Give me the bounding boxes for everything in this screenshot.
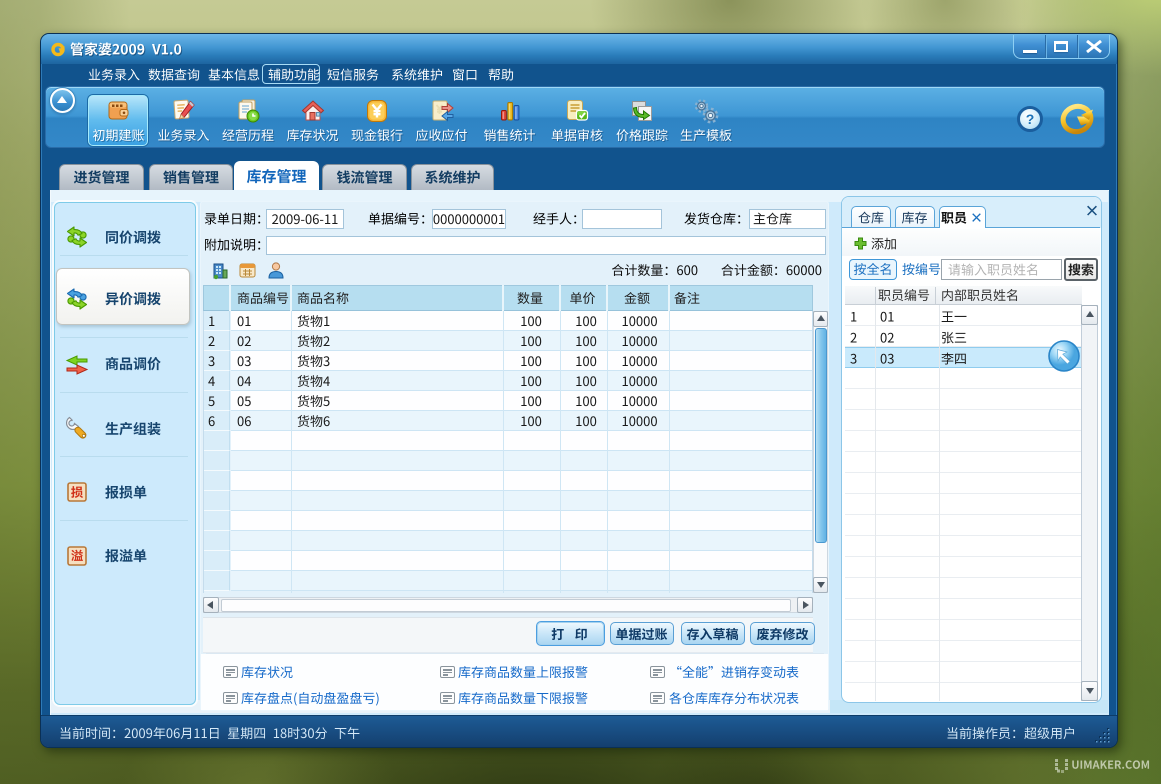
svg-text:?: ? xyxy=(1026,111,1035,127)
